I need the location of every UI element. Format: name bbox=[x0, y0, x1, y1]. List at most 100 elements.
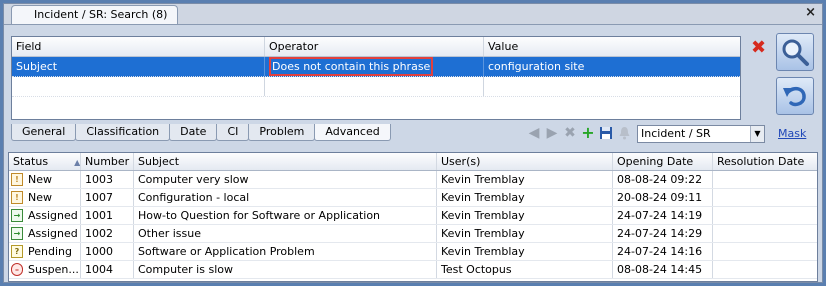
status-header-label: Status bbox=[13, 155, 49, 168]
cell-status[interactable]: → Assigned bbox=[9, 225, 81, 242]
status-assigned-icon: → bbox=[11, 227, 23, 240]
cell-user[interactable]: Kevin Tremblay bbox=[437, 243, 613, 260]
column-header-resolution-date[interactable]: Resolution Date bbox=[713, 153, 817, 170]
cell-subject[interactable]: Software or Application Problem bbox=[134, 243, 437, 260]
previous-icon[interactable]: ◀ bbox=[526, 125, 542, 141]
table-row[interactable]: ? Pending 1000 Software or Application Prob… bbox=[9, 243, 817, 261]
table-row[interactable]: ! New 1007 Configuration - local Kevin Tremb… bbox=[9, 189, 817, 207]
criteria-field[interactable]: Subject bbox=[12, 57, 265, 76]
floppy-icon bbox=[600, 127, 612, 139]
cell-number[interactable]: 1003 bbox=[81, 171, 134, 188]
cell-opening-date[interactable]: 24-07-24 14:29 bbox=[613, 225, 713, 242]
tab-general[interactable]: General bbox=[11, 124, 77, 141]
tab-problem[interactable]: Problem bbox=[248, 124, 316, 141]
column-header-subject[interactable]: Subject bbox=[134, 153, 437, 170]
status-pending-icon: ? bbox=[11, 245, 23, 258]
column-header-field[interactable]: Field bbox=[12, 37, 265, 56]
cell-status[interactable]: – Suspen... bbox=[9, 261, 81, 278]
operator-highlight: Does not contain this phrase bbox=[269, 57, 434, 76]
status-assigned-icon: → bbox=[11, 209, 23, 222]
cell-user[interactable]: Test Octopus bbox=[437, 261, 613, 278]
status-label: Assigned bbox=[28, 227, 78, 240]
cell-resolution-date[interactable] bbox=[713, 207, 817, 224]
criteria-tabs: General Classification Date CI Problem A… bbox=[11, 124, 391, 141]
cell-number[interactable]: 1000 bbox=[81, 243, 134, 260]
alert-bell-icon bbox=[619, 127, 629, 140]
criteria-panel: Field Operator Value Subject Does not co… bbox=[4, 24, 822, 282]
cell-number[interactable]: 1002 bbox=[81, 225, 134, 242]
status-new-icon: ! bbox=[11, 191, 23, 204]
bell-icon[interactable] bbox=[616, 125, 632, 141]
cell-subject[interactable]: Computer very slow bbox=[134, 171, 437, 188]
document-tab-bar: Incident / SR: Search (8) × bbox=[4, 4, 822, 24]
cell-status[interactable]: ! New bbox=[9, 189, 81, 206]
add-icon[interactable]: + bbox=[580, 125, 596, 141]
chevron-down-icon[interactable]: ▼ bbox=[750, 126, 764, 142]
status-new-icon: ! bbox=[11, 173, 23, 186]
criteria-operator[interactable]: Does not contain this phrase bbox=[265, 57, 484, 76]
undo-icon bbox=[783, 86, 806, 107]
save-icon[interactable] bbox=[598, 125, 614, 141]
cell-user[interactable]: Kevin Tremblay bbox=[437, 225, 613, 242]
tab-incident-search[interactable]: Incident / SR: Search (8) bbox=[11, 5, 179, 24]
table-row[interactable]: ! New 1003 Computer very slow Kevin Tremblay… bbox=[9, 171, 817, 189]
reset-button[interactable] bbox=[776, 77, 814, 115]
status-label: New bbox=[28, 173, 52, 186]
cell-status[interactable]: ? Pending bbox=[9, 243, 81, 260]
cell-resolution-date[interactable] bbox=[713, 261, 817, 278]
column-header-number[interactable]: Number bbox=[81, 153, 134, 170]
cell-subject[interactable]: Other issue bbox=[134, 225, 437, 242]
results-toolbar: ◀ ▶ ✖ + bbox=[526, 125, 634, 141]
criteria-empty-row[interactable] bbox=[12, 77, 740, 97]
cell-resolution-date[interactable] bbox=[713, 225, 817, 242]
cell-resolution-date[interactable] bbox=[713, 189, 817, 206]
cell-opening-date[interactable]: 08-08-24 09:22 bbox=[613, 171, 713, 188]
cell-subject[interactable]: How-to Question for Software or Applicat… bbox=[134, 207, 437, 224]
results-body: ! New 1003 Computer very slow Kevin Tremblay… bbox=[9, 171, 817, 279]
column-header-status[interactable]: Status ▲ bbox=[9, 153, 81, 170]
mask-link[interactable]: Mask bbox=[778, 127, 806, 140]
cell-number[interactable]: 1004 bbox=[81, 261, 134, 278]
cell-number[interactable]: 1007 bbox=[81, 189, 134, 206]
criteria-value[interactable]: configuration site bbox=[484, 57, 740, 76]
cell-number[interactable]: 1001 bbox=[81, 207, 134, 224]
tab-title: Incident / SR: Search (8) bbox=[34, 8, 168, 21]
cell-user[interactable]: Kevin Tremblay bbox=[437, 207, 613, 224]
table-row[interactable]: → Assigned 1002 Other issue Kevin Tremblay 24… bbox=[9, 225, 817, 243]
results-table: Status ▲ Number Subject User(s) Opening D… bbox=[8, 152, 818, 282]
cell-opening-date[interactable]: 20-08-24 09:11 bbox=[613, 189, 713, 206]
criteria-grid: Field Operator Value Subject Does not co… bbox=[11, 36, 741, 120]
cell-status[interactable]: → Assigned bbox=[9, 207, 81, 224]
cell-status[interactable]: ! New bbox=[9, 171, 81, 188]
close-icon[interactable]: × bbox=[805, 5, 816, 20]
status-label: Pending bbox=[28, 245, 72, 258]
module-select[interactable]: Incident / SR ▼ bbox=[637, 125, 765, 143]
search-button[interactable] bbox=[776, 33, 814, 71]
column-header-operator[interactable]: Operator bbox=[265, 37, 484, 56]
cell-opening-date[interactable]: 24-07-24 14:16 bbox=[613, 243, 713, 260]
tab-ci[interactable]: CI bbox=[216, 124, 250, 141]
cell-opening-date[interactable]: 08-08-24 14:45 bbox=[613, 261, 713, 278]
table-row[interactable]: – Suspen... 1004 Computer is slow Test Octop… bbox=[9, 261, 817, 279]
remove-icon[interactable]: ✖ bbox=[562, 125, 578, 141]
tab-advanced[interactable]: Advanced bbox=[314, 124, 391, 141]
status-suspended-icon: – bbox=[11, 263, 23, 276]
cell-user[interactable]: Kevin Tremblay bbox=[437, 189, 613, 206]
cell-resolution-date[interactable] bbox=[713, 243, 817, 260]
cell-resolution-date[interactable] bbox=[713, 171, 817, 188]
cell-opening-date[interactable]: 24-07-24 14:19 bbox=[613, 207, 713, 224]
column-header-value[interactable]: Value bbox=[484, 37, 740, 56]
results-header: Status ▲ Number Subject User(s) Opening D… bbox=[9, 153, 817, 171]
next-icon[interactable]: ▶ bbox=[544, 125, 560, 141]
criteria-row[interactable]: Subject Does not contain this phrase con… bbox=[12, 57, 740, 77]
empty-cell bbox=[484, 77, 740, 96]
column-header-users[interactable]: User(s) bbox=[437, 153, 613, 170]
delete-criteria-icon[interactable]: ✖ bbox=[751, 37, 766, 58]
cell-subject[interactable]: Computer is slow bbox=[134, 261, 437, 278]
table-row[interactable]: → Assigned 1001 How-to Question for Softwar… bbox=[9, 207, 817, 225]
cell-subject[interactable]: Configuration - local bbox=[134, 189, 437, 206]
tab-date[interactable]: Date bbox=[169, 124, 218, 141]
cell-user[interactable]: Kevin Tremblay bbox=[437, 171, 613, 188]
column-header-opening-date[interactable]: Opening Date bbox=[613, 153, 713, 170]
tab-classification[interactable]: Classification bbox=[75, 124, 171, 141]
